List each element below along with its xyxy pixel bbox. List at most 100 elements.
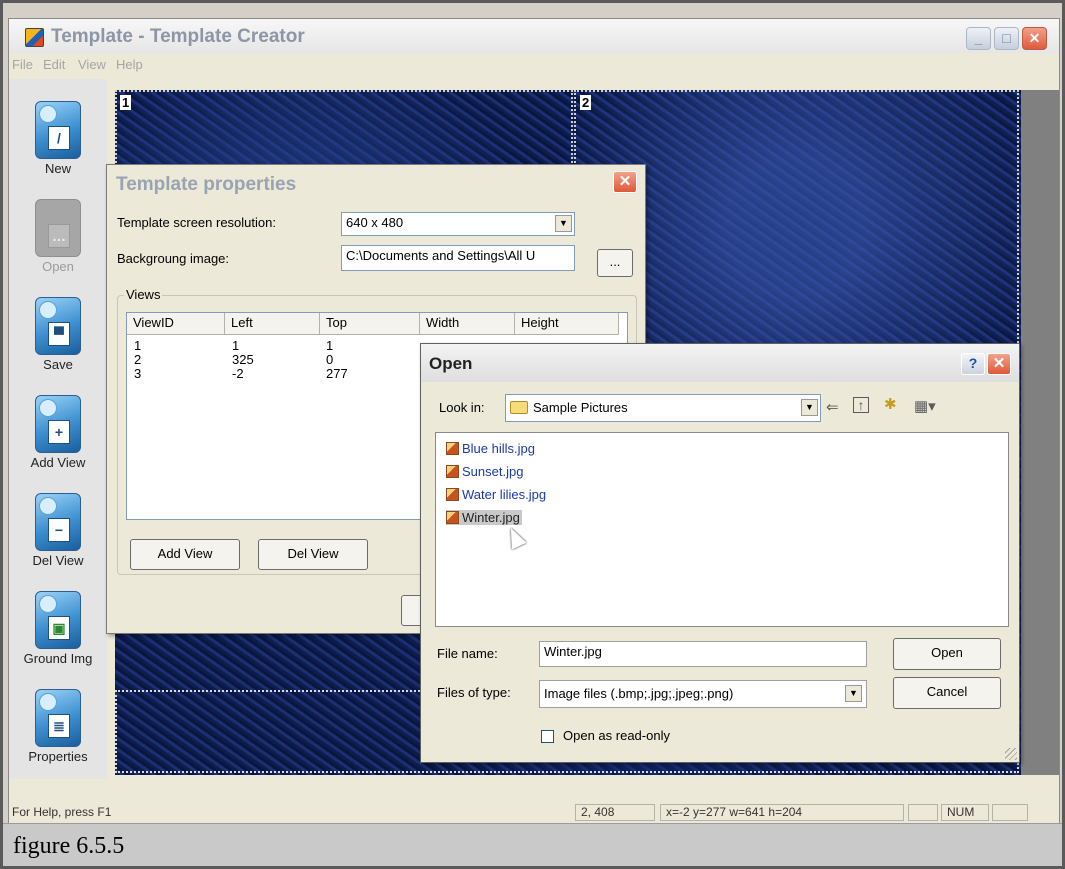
del-view-toolbar-button[interactable]: − Del View (9, 493, 107, 568)
column-left[interactable]: Left (225, 313, 320, 335)
column-width[interactable]: Width (420, 313, 515, 335)
open-dialog-close-button[interactable]: ✕ (987, 353, 1011, 375)
file-item-blue-hills[interactable]: Blue hills.jpg (446, 441, 535, 456)
browse-button[interactable]: ... (597, 249, 633, 277)
resize-grip[interactable] (1005, 748, 1017, 760)
open-button[interactable]: Open (893, 638, 1001, 670)
canvas-margin (1021, 90, 1059, 775)
template-properties-close-button[interactable]: ✕ (613, 171, 637, 193)
folder-icon (510, 401, 528, 414)
chevron-down-icon[interactable]: ▼ (555, 215, 572, 232)
properties-label: Properties (28, 749, 88, 764)
status-scrl (992, 804, 1028, 821)
column-height[interactable]: Height (515, 313, 619, 335)
file-item-water-lilies[interactable]: Water lilies.jpg (446, 487, 546, 502)
table-row[interactable]: 2 (134, 353, 141, 367)
menu-file[interactable]: File (12, 57, 33, 72)
table-row[interactable]: 3 (134, 367, 141, 381)
help-button[interactable]: ? (961, 353, 985, 375)
table-cell: 1 (326, 338, 334, 353)
del-view-label: Del View (32, 553, 84, 568)
maximize-button[interactable]: □ (994, 27, 1019, 50)
add-view-toolbar-button[interactable]: + Add View (9, 395, 107, 470)
view-menu-icon[interactable]: ▦▾ (914, 397, 936, 415)
file-name-input[interactable]: Winter.jpg (539, 641, 867, 667)
file-item-winter[interactable]: Winter.jpg (446, 510, 522, 525)
table-row[interactable]: 1 (134, 339, 141, 353)
file-item-sunset[interactable]: Sunset.jpg (446, 464, 523, 479)
status-empty (908, 804, 938, 821)
menu-help[interactable]: Help (116, 57, 143, 72)
add-view-icon: + (35, 395, 81, 453)
image-file-icon (446, 442, 459, 455)
column-viewid[interactable]: ViewID (127, 313, 225, 335)
del-view-button[interactable]: Del View (258, 539, 368, 570)
menu-edit[interactable]: Edit (43, 57, 65, 72)
look-in-select[interactable]: Sample Pictures ▼ (505, 394, 821, 422)
column-top[interactable]: Top (320, 313, 420, 335)
menu-view[interactable]: View (78, 57, 106, 72)
image-file-icon (446, 465, 459, 478)
save-icon: ▀ (35, 297, 81, 355)
new-icon: / (35, 101, 81, 159)
ground-image-label: Ground Img (23, 651, 93, 666)
add-view-label: Add View (30, 455, 86, 470)
resolution-select[interactable]: 640 x 480 ▼ (341, 212, 575, 236)
open-dialog-title-bar[interactable]: Open ? ✕ (421, 344, 1019, 382)
close-button[interactable]: ✕ (1022, 27, 1047, 50)
new-button[interactable]: / New (9, 101, 107, 176)
background-image-label: Backgroung image: (117, 251, 230, 266)
save-label: Save (43, 357, 73, 372)
menu-bar: File Edit View Help (9, 53, 1059, 75)
read-only-checkbox[interactable] (541, 730, 554, 743)
toolbar: / New … Open ▀ Save + Add View − Del Vie… (9, 79, 107, 779)
save-button[interactable]: ▀ Save (9, 297, 107, 372)
image-file-icon (446, 511, 459, 524)
table-cell: 325 (232, 352, 254, 367)
back-icon[interactable]: ⇐ (826, 398, 839, 416)
file-name-label: File name: (437, 646, 498, 661)
file-list[interactable]: Blue hills.jpg Sunset.jpg Water lilies.j… (435, 432, 1009, 627)
status-position: 2, 408 (575, 804, 655, 821)
status-help-text: For Help, press F1 (12, 805, 112, 819)
files-of-type-select[interactable]: Image files (.bmp;.jpg;.jpeg;.png) ▼ (539, 680, 867, 708)
image-file-icon (446, 488, 459, 501)
status-num: NUM (941, 804, 989, 821)
table-cell: 0 (326, 352, 334, 367)
ground-image-icon: ▣ (35, 591, 81, 649)
open-dialog: Open ? ✕ Look in: Sample Pictures ▼ ⇐ ↑ … (420, 343, 1020, 763)
status-bar: For Help, press F1 2, 408 x=-2 y=277 w=6… (9, 802, 1059, 823)
view-2-label: 2 (580, 95, 592, 110)
properties-icon: ≣ (35, 689, 81, 747)
app-icon (25, 28, 44, 47)
up-folder-icon[interactable]: ↑ (853, 397, 869, 413)
figure-caption: figure 6.5.5 (13, 833, 125, 859)
status-view-info: x=-2 y=277 w=641 h=204 (660, 804, 904, 821)
new-folder-icon[interactable]: ✱ (884, 395, 897, 413)
new-label: New (44, 161, 71, 176)
title-bar[interactable]: Template - Template Creator _ □ ✕ (9, 19, 1059, 53)
table-cell: 277 (326, 366, 348, 381)
views-group-title: Views (124, 287, 163, 302)
table-cell: 1 (232, 338, 240, 353)
resolution-label: Template screen resolution: (117, 215, 276, 230)
minimize-button[interactable]: _ (966, 27, 991, 50)
open-button[interactable]: … Open (9, 199, 107, 274)
window-title: Template - Template Creator (51, 26, 305, 47)
table-cell: -2 (232, 366, 244, 381)
background-image-field[interactable]: C:\Documents and Settings\All U (341, 245, 575, 271)
view-1-label: 1 (120, 95, 132, 110)
open-dialog-title: Open (429, 354, 473, 373)
add-view-button[interactable]: Add View (130, 539, 240, 570)
ground-image-button[interactable]: ▣ Ground Img (9, 591, 107, 666)
chevron-down-icon[interactable]: ▼ (845, 685, 862, 702)
del-view-icon: − (35, 493, 81, 551)
template-properties-title: Template properties (116, 174, 297, 195)
figure-caption-bar: figure 6.5.5 (3, 823, 1062, 866)
chevron-down-icon[interactable]: ▼ (801, 399, 818, 416)
read-only-label: Open as read-only (563, 728, 670, 743)
cancel-button[interactable]: Cancel (893, 677, 1001, 709)
properties-button[interactable]: ≣ Properties (9, 689, 107, 764)
look-in-label: Look in: (439, 400, 485, 415)
open-label: Open (42, 259, 74, 274)
